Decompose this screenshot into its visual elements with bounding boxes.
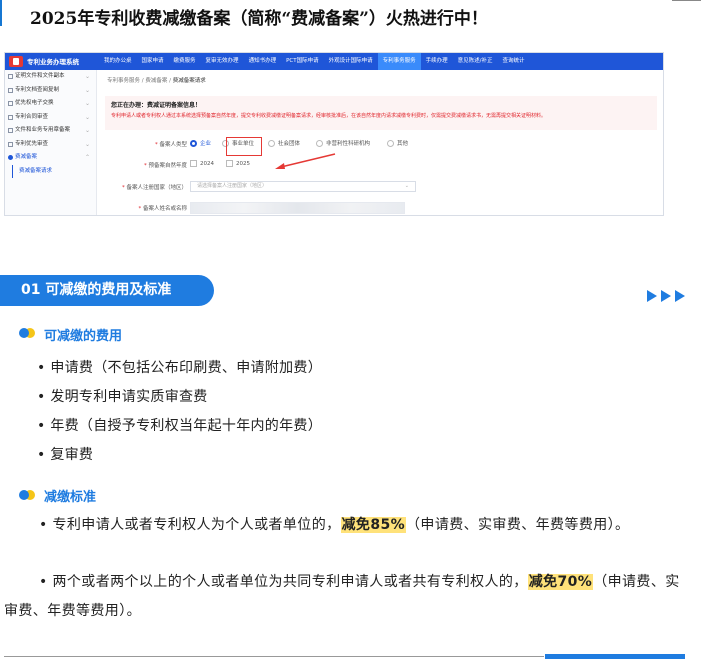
sidebar-item-label: 专利文档查阅复制	[15, 86, 60, 93]
menu-icon	[8, 141, 13, 147]
discount-70-highlight: 减免70%	[527, 574, 594, 590]
country-select[interactable]: 请选择备案人注册国家（地区） ⌄	[190, 181, 416, 192]
nav-item[interactable]: 国家申请	[137, 53, 169, 70]
chevron-icon: ⌃	[84, 154, 90, 161]
nav-item[interactable]: 缴费服务	[169, 53, 201, 70]
menu-icon	[8, 74, 13, 79]
radio-social-group[interactable]: 社会团体	[268, 139, 300, 147]
nav-item[interactable]: 复审无效办理	[201, 53, 244, 70]
sidebar-item-label: 优先权电子交换	[15, 100, 54, 106]
sidebar-item[interactable]: 证明文件和文件副本 ⌄	[5, 70, 96, 84]
menu-icon	[8, 101, 13, 106]
sidebar-item-label: 费减备案	[15, 154, 38, 160]
sidebar-item-label: 费减备案请求	[19, 167, 53, 174]
sidebar-item[interactable]: 优先权电子交换 ⌄	[5, 97, 96, 111]
system-screenshot: 专利业务办理系统 我的办公桌 国家申请 缴费服务 复审无效办理 通知书办理 PCT国际申请…	[4, 52, 664, 216]
sidebar-item-label: 专利合同审查	[15, 113, 49, 120]
nav-item[interactable]: PCT国际申请	[281, 53, 324, 70]
notice-box: 您正在办理：费减证明备案信息！ 专利申请人或者专利权人通过本系统选择预备案自然年…	[105, 96, 657, 130]
breadcrumb-item[interactable]: 专利事务服务	[107, 78, 140, 84]
system-top-bar: 专利业务办理系统 我的办公桌 国家申请 缴费服务 复审无效办理 通知书办理 PCT国际申请…	[5, 53, 663, 70]
form-row-country: * 备案人注册国家（地区） 请选择备案人注册国家（地区） ⌄	[101, 180, 661, 194]
top-rule	[672, 0, 701, 1]
sidebar-item-label: 证明文件和文件副本	[15, 73, 65, 79]
sidebar-item-label: 专利优先审查	[15, 140, 49, 147]
menu-icon	[8, 87, 13, 93]
menu-icon	[8, 114, 13, 120]
standard-paragraph-1: • 专利申请人或者专利权人为个人或者单位的，减免85%（申请费、实审费、年费等费…	[39, 517, 630, 533]
sidebar-item[interactable]: 费减备案请求	[5, 164, 96, 179]
chevron-down-icon: ⌄	[404, 183, 409, 189]
nav-item[interactable]: 查询统计	[498, 53, 530, 70]
chevron-icon: ⌄	[84, 73, 90, 80]
breadcrumb-item[interactable]: 费减备案	[145, 78, 167, 84]
chevron-icon: ⌄	[84, 100, 90, 107]
sidebar-item[interactable]: 专利文档查阅复制 ⌄	[5, 84, 96, 98]
triangle-right-icon	[647, 290, 657, 302]
year-highlight-box	[226, 137, 262, 156]
system-sidebar: 证明文件和文件副本 ⌄ 专利文档查阅复制 ⌄ 优先权电子交换 ⌄ 专利合同审查 ⌄ 文件和业务专…	[5, 70, 97, 215]
page-title: 2025年专利收费减缴备案（简称“费减备案”）火热进行中！	[30, 9, 488, 29]
system-logo-icon	[9, 56, 23, 67]
type-label: * 备案人类型	[154, 142, 187, 148]
system-content: 专利事务服务 / 费减备案 / 费减备案请求 您正在办理：费减证明备案信息！ 专…	[101, 70, 663, 215]
sidebar-item[interactable]: 专利合同审查 ⌄	[5, 111, 96, 125]
triangle-right-icon	[675, 290, 685, 302]
chevron-icon: ⌄	[84, 140, 90, 148]
form-row-type: * 备案人类型 企业 事业单位 社会团体 非营利性科研机构 其他	[101, 137, 661, 151]
nav-item[interactable]: 外观设计国际申请	[324, 53, 378, 70]
sidebar-item[interactable]: 文件和业务专用章备案 ⌄	[5, 124, 96, 138]
sidebar-item[interactable]: 费减备案 ⌃	[5, 151, 96, 165]
fees-heading: 可减缴的费用	[44, 329, 123, 344]
nav-item[interactable]: 意见陈述/补正	[453, 53, 498, 70]
fee-item: • 申请费（不包括公布印刷费、申请附加费）	[37, 360, 323, 376]
chevron-icon: ⌄	[84, 113, 90, 121]
nav-item[interactable]: 专利事务服务	[377, 53, 421, 70]
fee-item: • 年费（自授予专利权当年起十年内的年费）	[37, 418, 323, 434]
triangle-right-icon	[661, 290, 671, 302]
notice-text: 专利申请人或者专利权人通过本系统选择预备案自然年度，提交专利收费减缴证明备案请求…	[111, 113, 547, 119]
checkbox-2025[interactable]: 2025	[226, 160, 250, 167]
name-label: * 备案人姓名或名称	[138, 206, 187, 212]
menu-icon	[8, 155, 13, 160]
nav-item[interactable]: 通知书办理	[244, 53, 282, 70]
breadcrumb-current: 费减备案请求	[172, 78, 206, 84]
red-arrow-icon	[275, 153, 336, 169]
standard-paragraph-2: • 两个或者两个以上的个人或者单位为共同专利申请人或者共有专利权人的，减免70%…	[4, 574, 680, 619]
system-nav: 我的办公桌 国家申请 缴费服务 复审无效办理 通知书办理 PCT国际申请 外观设计国际申请专…	[99, 53, 530, 70]
standards-heading: 减缴标准	[44, 490, 97, 505]
form-row-name: * 备案人姓名或名称	[101, 201, 661, 215]
year-label: * 预备案自然年度	[143, 163, 187, 169]
radio-other[interactable]: 其他	[387, 139, 408, 147]
section-arrows	[647, 290, 685, 302]
footer-accent-bar	[545, 654, 685, 659]
country-label: * 备案人注册国家（地区）	[121, 185, 187, 191]
chevron-icon: ⌄	[84, 86, 90, 94]
radio-research-org[interactable]: 非营利性科研机构	[316, 139, 370, 147]
checkbox-2024[interactable]: 2024	[190, 160, 214, 167]
fee-item: • 复审费	[37, 447, 94, 463]
footer-rule	[4, 656, 544, 657]
name-field-blurred[interactable]	[190, 202, 405, 214]
sidebar-item[interactable]: 专利优先审查 ⌄	[5, 138, 96, 152]
fee-item: • 发明专利申请实质审查费	[37, 389, 208, 405]
radio-enterprise[interactable]: 企业	[190, 139, 211, 147]
system-name: 专利业务办理系统	[27, 58, 79, 66]
notice-title: 您正在办理：费减证明备案信息！	[111, 102, 202, 109]
dots-icon	[19, 327, 41, 339]
section-title: 01 可减缴的费用及标准	[0, 275, 214, 306]
headline-accent-line	[0, 0, 2, 26]
nav-item[interactable]: 我的办公桌	[99, 53, 137, 70]
nav-item[interactable]: 手续办理	[421, 53, 453, 70]
sidebar-item-label: 文件和业务专用章备案	[15, 127, 71, 133]
menu-icon	[8, 128, 13, 133]
chevron-icon: ⌄	[84, 127, 90, 134]
form-row-year: * 预备案自然年度 2024 2025	[101, 153, 661, 172]
dots-icon	[19, 489, 41, 501]
breadcrumb: 专利事务服务 / 费减备案 / 费减备案请求	[107, 78, 206, 84]
discount-85-highlight: 减免85%	[340, 517, 407, 533]
